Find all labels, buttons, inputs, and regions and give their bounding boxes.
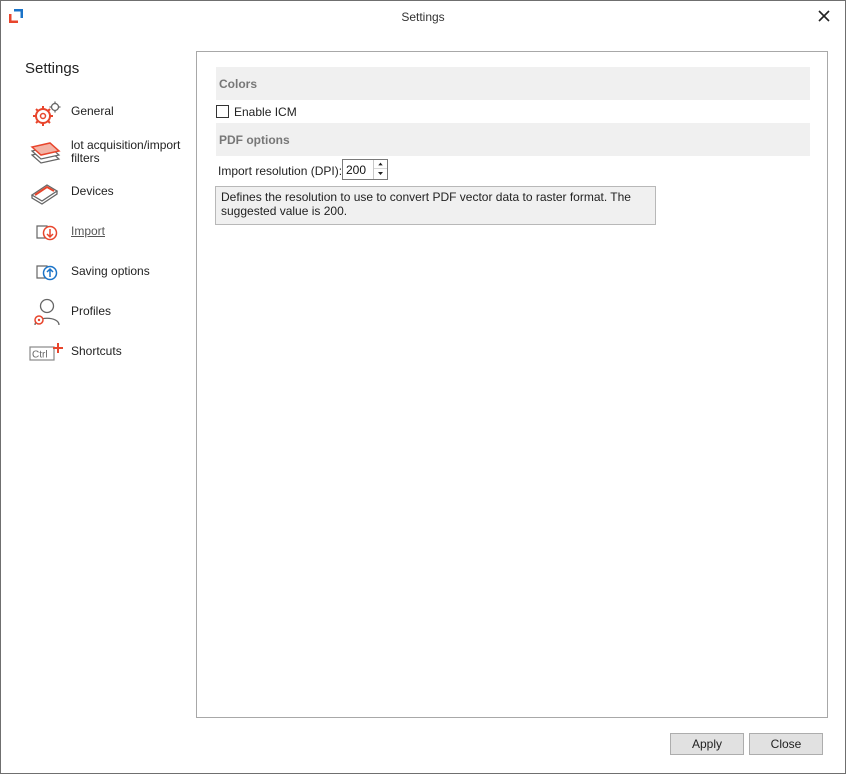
- spin-down-icon[interactable]: [374, 169, 387, 178]
- sidebar-item-acquisition-filters[interactable]: lot acquisition/import filters: [29, 139, 189, 175]
- sidebar-title: Settings: [25, 60, 80, 77]
- settings-panel: Colors Enable ICM PDF options Import res…: [196, 51, 828, 718]
- checkbox-label: Enable ICM: [234, 105, 297, 119]
- ctrl-plus-icon: Ctrl: [29, 343, 63, 361]
- close-button[interactable]: Close: [749, 733, 823, 755]
- gear-icon: [33, 101, 61, 126]
- sidebar-item-shortcuts[interactable]: Ctrl Shortcuts: [29, 339, 189, 375]
- help-description: Defines the resolution to use to convert…: [215, 186, 656, 225]
- section-title: PDF options: [219, 133, 290, 147]
- import-icon: [36, 225, 58, 241]
- settings-window: Settings Settings General lot acquisitio…: [0, 0, 846, 774]
- sidebar-item-label: Shortcuts: [71, 344, 122, 358]
- sidebar-item-profiles[interactable]: Profiles: [29, 297, 189, 333]
- stacked-pages-icon: [30, 142, 61, 164]
- pdf-section-header: PDF options: [216, 123, 810, 156]
- sidebar-item-import[interactable]: Import: [29, 219, 189, 255]
- resolution-label: Import resolution (DPI):: [218, 164, 343, 178]
- apply-button[interactable]: Apply: [670, 733, 744, 755]
- title-bar: Settings: [1, 1, 845, 33]
- sidebar-item-general[interactable]: General: [29, 99, 189, 135]
- close-icon[interactable]: [815, 7, 833, 25]
- sidebar-item-saving-options[interactable]: Saving options: [29, 259, 189, 295]
- sidebar-item-label: Profiles: [71, 304, 112, 318]
- sidebar-item-label: lot acquisition/import filters: [71, 138, 181, 165]
- svg-text:Ctrl: Ctrl: [32, 350, 48, 361]
- sidebar-item-devices[interactable]: Devices: [29, 179, 189, 215]
- resolution-value[interactable]: 200: [346, 163, 366, 177]
- section-title: Colors: [219, 77, 258, 91]
- sidebar-item-label: General: [71, 104, 114, 118]
- sidebar-item-label: Devices: [71, 184, 114, 198]
- spin-buttons: [373, 160, 387, 179]
- scanner-icon: [30, 184, 59, 205]
- spin-up-icon[interactable]: [374, 160, 387, 169]
- colors-section-header: Colors: [216, 67, 810, 100]
- user-gear-icon: [34, 298, 60, 326]
- sidebar-item-label: Import: [71, 224, 106, 238]
- checkbox-box[interactable]: [216, 105, 229, 118]
- resolution-spinbox[interactable]: 200: [342, 159, 388, 180]
- sidebar-item-label: Saving options: [71, 264, 150, 278]
- export-icon: [36, 265, 58, 281]
- window-title: Settings: [401, 10, 445, 24]
